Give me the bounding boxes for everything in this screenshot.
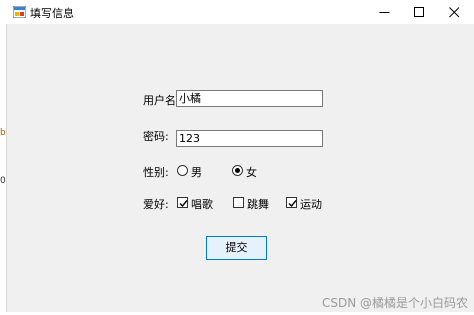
minimize-button[interactable] bbox=[367, 0, 402, 24]
hobby-option-sing-label[interactable]: 唱歌 bbox=[191, 196, 213, 212]
maximize-icon bbox=[414, 7, 424, 17]
hobby-checkbox-sport[interactable] bbox=[286, 197, 297, 208]
checkmark-icon bbox=[288, 200, 297, 208]
hobby-checkbox-sing[interactable] bbox=[177, 197, 188, 208]
minimize-icon bbox=[379, 12, 390, 13]
hobby-checkbox-dance[interactable] bbox=[233, 197, 244, 208]
edge-glyph: b bbox=[0, 128, 6, 138]
checkmark-icon bbox=[179, 200, 188, 208]
radio-selected-dot bbox=[235, 168, 240, 173]
password-input[interactable]: 123 bbox=[176, 130, 323, 147]
screen: b 0 填写信息 用户名: 小橘 密码: 123 性别: 男 女 爱好: 唱歌 … bbox=[0, 0, 474, 315]
form-client-area: 用户名: 小橘 密码: 123 性别: 男 女 爱好: 唱歌 跳舞 运动 提交 bbox=[6, 24, 474, 312]
gender-option-female-label[interactable]: 女 bbox=[246, 164, 257, 180]
gender-option-male-label[interactable]: 男 bbox=[191, 164, 202, 180]
hobby-option-sport-label[interactable]: 运动 bbox=[300, 196, 322, 212]
gender-radio-female[interactable] bbox=[232, 165, 243, 176]
submit-button[interactable]: 提交 bbox=[206, 236, 267, 260]
username-label: 用户名: bbox=[143, 94, 180, 107]
username-input[interactable]: 小橘 bbox=[176, 90, 323, 107]
maximize-button[interactable] bbox=[402, 0, 437, 24]
hobby-label: 爱好: bbox=[143, 198, 169, 211]
app-form-icon bbox=[13, 6, 26, 18]
watermark: CSDN @橘橘是个小白码农 bbox=[321, 296, 468, 310]
edge-glyph: 0 bbox=[0, 176, 6, 186]
gender-label: 性别: bbox=[143, 166, 169, 179]
gender-radio-male[interactable] bbox=[177, 165, 188, 176]
window-title: 填写信息 bbox=[30, 7, 74, 20]
hobby-option-dance-label[interactable]: 跳舞 bbox=[247, 196, 269, 212]
close-icon bbox=[449, 7, 460, 18]
password-label: 密码: bbox=[143, 130, 169, 143]
title-bar[interactable]: 填写信息 bbox=[6, 0, 474, 24]
close-button[interactable] bbox=[437, 0, 472, 24]
